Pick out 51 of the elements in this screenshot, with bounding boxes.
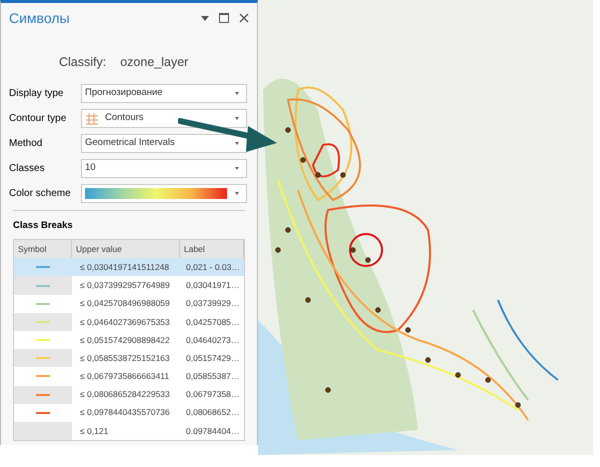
caret-icon <box>235 92 239 95</box>
maximize-icon[interactable] <box>219 13 229 23</box>
field-label: Display type <box>9 87 64 101</box>
line-symbol[interactable] <box>36 266 50 268</box>
class-break-row[interactable]: ≤ 0,0304197141511248 0,021 - 0.03… <box>14 258 244 276</box>
dropdown-value: Прогнозирование <box>85 86 164 100</box>
table-cell-text: ≤ 0,0304197141511248 <box>79 260 170 274</box>
menu-caret-icon[interactable] <box>201 16 209 20</box>
field-label: Contour type <box>9 112 68 126</box>
line-symbol[interactable] <box>36 394 50 396</box>
close-icon[interactable] <box>239 13 249 23</box>
class-break-row[interactable]: ≤ 0,0464027369675353 0,04257085… <box>14 312 244 331</box>
table-cell-text: 0,021 - 0.03… <box>185 260 241 274</box>
dropdown-value: Geometrical Intervals <box>85 136 176 150</box>
dropdown-value: Contours <box>105 111 145 126</box>
layer-name: ozone_layer <box>120 54 188 71</box>
line-symbol[interactable] <box>36 412 50 414</box>
class-break-row[interactable]: ≤ 0,0373992957764989 0,03041971… <box>14 276 244 295</box>
table-cell: ≤ 0,0585538725152163 <box>72 349 180 368</box>
field-label: Method <box>9 137 44 151</box>
table-cell: 0,04257085… <box>180 312 244 331</box>
table-cell: 0,06797358… <box>180 386 244 404</box>
class-break-row[interactable]: ≤ 0,0806865284229533 0,06797358… <box>14 386 244 404</box>
table-cell: 0.09784404… <box>180 422 244 440</box>
caret-icon <box>235 192 239 195</box>
class-break-row[interactable]: ≤ 0,121 0.09784404… <box>14 422 244 440</box>
field-label: Classes <box>9 162 46 176</box>
line-symbol[interactable] <box>36 375 50 378</box>
table-cell: ≤ 0,121 <box>72 422 180 440</box>
caret-icon <box>235 142 239 145</box>
section-heading: Class Breaks <box>12 219 74 233</box>
dropdown-field[interactable]: Geometrical Intervals <box>81 134 247 153</box>
dropdown-field[interactable] <box>81 184 247 203</box>
line-symbol[interactable] <box>36 284 50 287</box>
dropdown-field[interactable]: 10 <box>81 159 247 178</box>
table-cell: ≤ 0,0464027369675353 <box>72 312 180 331</box>
table-cell: ≤ 0,0373992957764989 <box>72 276 180 295</box>
table-cell: ≤ 0,0806865284229533 <box>72 386 180 404</box>
dropdown-field[interactable]: Contours <box>81 109 247 128</box>
field-label: Color scheme <box>9 187 71 201</box>
caret-icon <box>235 167 239 170</box>
class-break-row[interactable]: ≤ 0,0585538725152163 0,05157429… <box>14 349 244 368</box>
line-symbol[interactable] <box>36 302 50 305</box>
pane-title: Символы <box>9 8 71 28</box>
table-cell: 0,03041971… <box>180 276 244 295</box>
contour-lines-icon <box>85 112 99 124</box>
caret-icon <box>235 117 239 120</box>
classify-label: Classify: <box>59 54 106 71</box>
dropdown-value: 10 <box>85 161 97 176</box>
table-cell: 0,05157429… <box>180 349 244 368</box>
dropdown-field[interactable]: Прогнозирование <box>81 84 247 103</box>
